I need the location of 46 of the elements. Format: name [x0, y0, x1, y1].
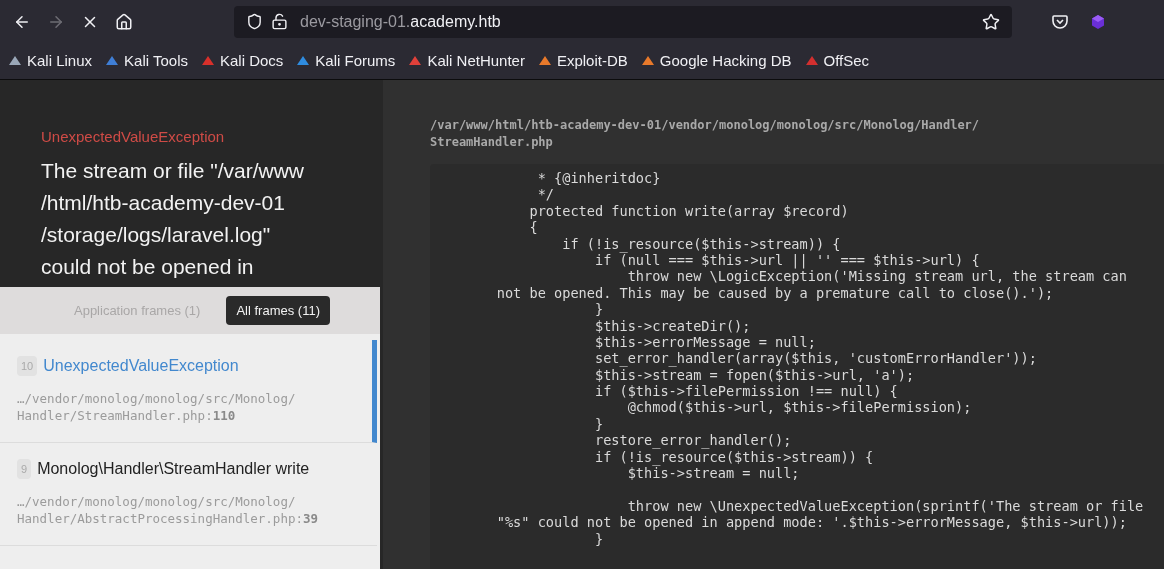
frame-path: …/vendor/monolog/monolog/src/Monolog/ Handler/StreamHandler.php:110 — [17, 390, 297, 424]
code-line: @chmod($this->url, $this->filePermission); — [626, 399, 973, 416]
code-line: $this->stream = fopen($this->url, 'a'); — [593, 366, 916, 384]
bookmark-link[interactable]: Kali NetHunter — [408, 49, 525, 73]
code-line: throw new \LogicException('Missing stream url, the stream can — [626, 268, 1128, 285]
code-line: throw new \UnexpectedValueException(sprintf('The stream or file — [626, 497, 1145, 515]
code-line: $this->errorMessage = null; — [593, 333, 817, 351]
code-line: not be opened. This may be caused by a premature call to close().'); — [495, 284, 1055, 302]
pocket-icon[interactable] — [1052, 13, 1068, 30]
code-line: { — [528, 219, 539, 236]
code-line: * {@inheritdoc} — [536, 170, 662, 187]
bookmark-link[interactable]: Kali Forums — [296, 49, 396, 73]
code-line: set_error_handler(array($this, 'customErrorHandler')); — [593, 350, 1038, 367]
frames-tab[interactable]: All frames (11) — [226, 296, 330, 325]
address-bar[interactable]: dev-staging-01.academy.htb — [234, 5, 1012, 38]
exception-message: The stream or file "/var/www /html/htb-academy-dev-01 /storage/logs/laravel.log" could not be opened in — [41, 157, 305, 280]
home-icon[interactable] — [115, 12, 133, 31]
code-line: } — [593, 415, 605, 433]
code-line: */ — [536, 186, 556, 203]
bookmark-link[interactable]: Google Hacking DB — [640, 49, 792, 73]
code-line: } — [593, 301, 605, 318]
lock-icon[interactable] — [271, 13, 288, 30]
code-line: if (!is_resource($this->stream)) { — [561, 235, 842, 252]
code-line: $this->stream = null; — [627, 465, 800, 482]
frame-path: …/vendor/monolog/monolog/src/Monolog/ Handler/AbstractProcessingHandler.php:39 — [17, 493, 320, 527]
code-line: restore_error_handler(); — [593, 432, 793, 449]
code-line: protected function write(array $record) — [528, 202, 850, 220]
bookmark-link[interactable]: Kali Linux — [8, 49, 93, 73]
file-path: /var/www/html/htb-academy-dev-01/vendor/monolog/monolog/src/Monolog/Handler/ StreamHandler.php — [430, 117, 981, 151]
bookmark-link[interactable]: Kali Tools — [105, 49, 188, 73]
exception-type: UnexpectedValueException — [41, 127, 226, 147]
extension-icon[interactable] — [1090, 13, 1106, 30]
frame-name: Monolog\Handler\StreamHandler write — [37, 459, 310, 479]
code-line: if ($this->filePermission !== null) { — [593, 383, 899, 400]
code-line: if (null === $this->url || '' === $this->url) { — [594, 251, 981, 269]
code-line: $this->createDir(); — [593, 317, 752, 334]
bookmark-link[interactable]: Exploit-DB — [537, 49, 628, 73]
code-line: if (!is_resource($this->stream)) { — [593, 448, 875, 466]
bookmark-link[interactable]: OffSec — [804, 49, 870, 73]
shield-icon[interactable] — [246, 13, 263, 30]
bookmark-link[interactable]: Kali Docs — [201, 49, 284, 73]
code-line: } — [593, 530, 605, 547]
code-line: "%s" could not be opened in append mode: '.$this->errorMessage, $this->url)); — [495, 514, 1128, 531]
star-icon[interactable] — [982, 12, 1000, 31]
url-text[interactable]: dev-staging-01.academy.htb — [300, 9, 501, 34]
frame-name: UnexpectedValueException — [43, 356, 239, 376]
